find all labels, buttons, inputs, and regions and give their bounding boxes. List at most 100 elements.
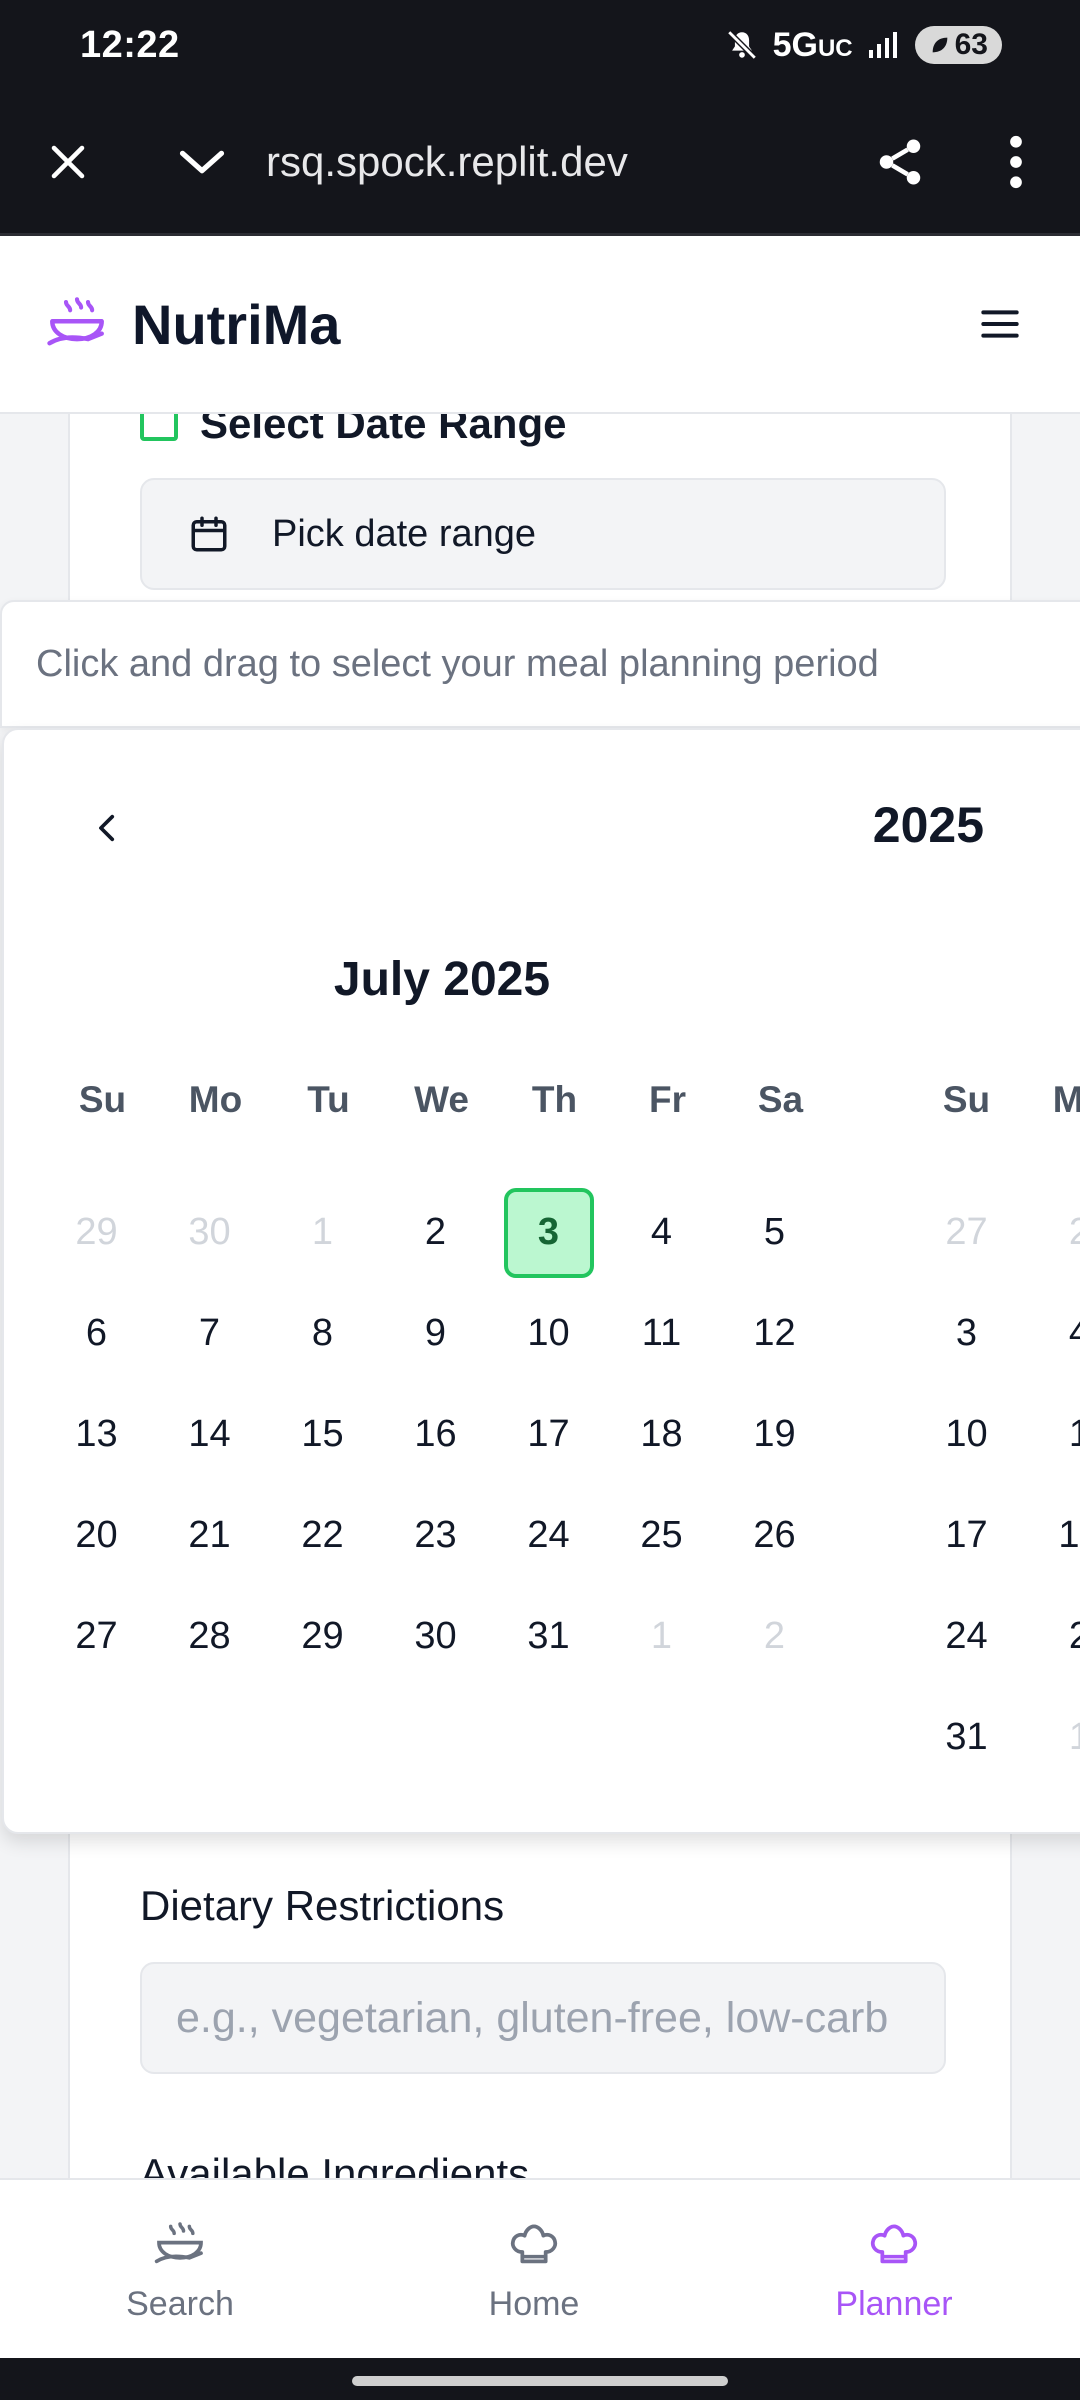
calendar-day[interactable]: 1	[1023, 1384, 1080, 1485]
battery-indicator: 63	[914, 26, 1002, 64]
calendar-day[interactable]: 27	[40, 1586, 153, 1687]
calendar-day: 1	[311, 1211, 334, 1253]
calendar-day[interactable]: 18	[605, 1384, 718, 1485]
calendar-icon	[191, 516, 227, 552]
weekday-sa: Sa	[757, 1079, 804, 1120]
weekday-fr: Fr	[649, 1079, 686, 1120]
next-month-weekday-header: Su Mo	[910, 1070, 1080, 1130]
close-icon	[51, 145, 85, 178]
share-button[interactable]	[850, 112, 950, 212]
browser-toolbar: rsq.spock.replit.dev	[0, 90, 1080, 236]
status-time: 12:22	[80, 23, 180, 66]
calendar-day[interactable]: 11	[605, 1283, 718, 1384]
calendar-day[interactable]: 17	[492, 1384, 605, 1485]
calendar-day[interactable]: 2	[1023, 1586, 1080, 1687]
calendar-day[interactable]: 26	[718, 1485, 831, 1586]
weekday-tu: Tu	[307, 1079, 350, 1120]
calendar-day[interactable]: 29	[266, 1586, 379, 1687]
calendar-day[interactable]: 9	[379, 1283, 492, 1384]
calendar-day: 2	[1023, 1182, 1080, 1283]
kebab-menu-icon	[1010, 135, 1022, 188]
weekday-su: Su	[942, 1079, 991, 1120]
pick-date-range-button[interactable]: Pick date range	[140, 478, 946, 590]
weekday-mo: Mo	[1023, 1070, 1080, 1130]
calendar-day[interactable]: 20	[40, 1485, 153, 1586]
weekday-header: Su Mo Tu We Th Fr Sa	[46, 1070, 837, 1130]
calendar-day[interactable]: 5	[718, 1182, 831, 1283]
calendar-day: 2	[763, 1615, 786, 1657]
dietary-restrictions-label: Dietary Restrictions	[140, 1882, 505, 1929]
july-day-grid: 29 30 1 2 3 4 5 6 7 8 9 10 11 12 13 14 15 16 17 18 19 20 21 22 2…	[40, 1182, 831, 1687]
hamburger-icon	[981, 310, 1019, 338]
app-name: NutriMa	[132, 292, 341, 356]
calendar-day[interactable]: 4	[1023, 1283, 1080, 1384]
calendar-day[interactable]: 31	[910, 1687, 1023, 1788]
calendar-day: 29	[75, 1211, 118, 1253]
dietary-restrictions-input[interactable]	[140, 1962, 946, 2074]
calendar-day[interactable]: 22	[266, 1485, 379, 1586]
chevron-down-icon	[179, 150, 225, 173]
calendar-day[interactable]: 15	[266, 1384, 379, 1485]
calendar-day[interactable]: 2	[379, 1182, 492, 1283]
calendar-day[interactable]: 4	[605, 1182, 718, 1283]
calendar-day[interactable]: 13	[40, 1384, 153, 1485]
calendar-day[interactable]: 10	[492, 1283, 605, 1384]
calendar-day[interactable]: 7	[153, 1283, 266, 1384]
calendar-day: 27	[945, 1211, 988, 1253]
next-month-day-grid: 272341011718242311	[910, 1182, 1080, 1788]
weekday-su: Su	[78, 1079, 127, 1120]
weekday-th: Th	[531, 1079, 578, 1120]
url-display[interactable]: rsq.spock.replit.dev	[266, 138, 850, 186]
calendar-day: 1	[1023, 1687, 1080, 1788]
nav-home[interactable]: Home	[404, 2180, 664, 2360]
calendar-day[interactable]: 8	[266, 1283, 379, 1384]
minimize-button[interactable]	[152, 112, 252, 212]
mute-icon	[726, 30, 757, 60]
gesture-bar	[0, 2358, 1080, 2400]
network-type: 5GUC	[772, 25, 853, 64]
chef-hat-icon	[870, 2223, 918, 2263]
calendar-day[interactable]: 3	[910, 1283, 1023, 1384]
share-icon	[879, 139, 921, 184]
calendar-day: 1	[650, 1615, 673, 1657]
calendar-day[interactable]: 19	[718, 1384, 831, 1485]
nav-search[interactable]: Search	[50, 2180, 310, 2360]
chef-hat-icon	[510, 2223, 558, 2263]
calendar-day[interactable]: 17	[910, 1485, 1023, 1586]
calendar-day[interactable]: 24	[492, 1485, 605, 1586]
calendar-day[interactable]: 18	[1023, 1485, 1080, 1586]
calendar-day: 30	[188, 1211, 231, 1253]
calendar-day[interactable]: 21	[153, 1485, 266, 1586]
calendar-day[interactable]: 30	[379, 1586, 492, 1687]
home-gesture-handle[interactable]	[352, 2376, 728, 2386]
date-range-calendar: 2025 July 2025 Su Mo Tu We Th Fr Sa 29 30 1 2 3 4 5 6…	[2, 728, 1080, 1834]
logo-bowl-icon	[154, 2221, 203, 2263]
signal-icon	[868, 32, 897, 58]
calendar-day[interactable]: 14	[153, 1384, 266, 1485]
previous-month-button[interactable]	[76, 796, 140, 860]
calendar-day[interactable]: 23	[379, 1485, 492, 1586]
calendar-day[interactable]: 28	[153, 1586, 266, 1687]
brand[interactable]: NutriMa	[44, 291, 340, 357]
close-tab-button[interactable]	[18, 112, 118, 212]
selected-day-number: 3	[503, 1187, 594, 1278]
bottom-navigation: Search Home Planner	[0, 2178, 1080, 2358]
calendar-day[interactable]: 10	[910, 1384, 1023, 1485]
selected-day[interactable]: 3	[492, 1182, 605, 1283]
calendar-year: 2025	[872, 797, 984, 853]
more-options-button[interactable]	[966, 112, 1066, 212]
nav-planner[interactable]: Planner	[764, 2180, 1024, 2360]
status-icons: 5GUC 63	[725, 26, 1002, 65]
calendar-day[interactable]: 16	[379, 1384, 492, 1485]
date-range-hint: Click and drag to select your meal plann…	[0, 600, 1080, 728]
calendar-day[interactable]: 24	[910, 1586, 1023, 1687]
month-title: July 2025	[333, 953, 551, 1006]
leaf-icon	[932, 37, 947, 53]
hamburger-menu-button[interactable]	[960, 284, 1040, 364]
calendar-day[interactable]: 6	[40, 1283, 153, 1384]
weekday-mo: Mo	[188, 1079, 243, 1120]
calendar-day[interactable]: 12	[718, 1283, 831, 1384]
calendar-day[interactable]: 31	[492, 1586, 605, 1687]
logo-bowl-icon	[47, 297, 104, 346]
calendar-day[interactable]: 25	[605, 1485, 718, 1586]
